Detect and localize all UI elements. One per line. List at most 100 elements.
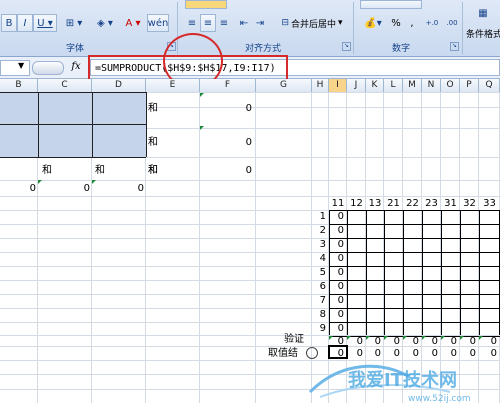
increase-decimal-button[interactable]: +.0: [422, 14, 442, 32]
matrix-border: [329, 252, 500, 253]
error-indicator-icon: [441, 336, 445, 340]
phonetic-button[interactable]: wén: [147, 14, 169, 32]
column-header-o[interactable]: O: [441, 79, 460, 92]
header-number-cell[interactable]: 12: [347, 197, 366, 210]
column-header-j[interactable]: J: [347, 79, 366, 92]
row-number-cell[interactable]: 3: [312, 238, 326, 251]
font-color-button[interactable]: A ▾: [120, 14, 146, 32]
sum-label-cell[interactable]: 和: [148, 136, 158, 149]
value-cell[interactable]: 0: [200, 136, 252, 149]
column-header-d[interactable]: D: [92, 79, 146, 92]
error-indicator-icon: [366, 336, 370, 340]
value-cell[interactable]: 0: [329, 238, 344, 251]
align-center-button[interactable]: ≡: [200, 14, 216, 32]
value-cell[interactable]: 0: [329, 280, 344, 293]
decrease-indent-button[interactable]: ⇤: [236, 14, 252, 32]
matrix-border: [329, 224, 500, 225]
error-indicator-icon: [38, 180, 42, 184]
error-indicator-icon: [200, 93, 204, 97]
header-number-cell[interactable]: 31: [441, 197, 460, 210]
alignment-dialog-launcher[interactable]: ↘: [342, 42, 351, 51]
insert-function-button[interactable]: fx: [66, 60, 86, 74]
site-watermark: 我爱IT技术网 www.52ij.com: [308, 364, 471, 403]
sum-label-cell[interactable]: 和: [42, 164, 52, 177]
value-cell[interactable]: 0: [329, 266, 344, 279]
header-number-cell[interactable]: 22: [403, 197, 422, 210]
value-cell[interactable]: 0: [329, 308, 344, 321]
align-top-button[interactable]: [185, 0, 227, 9]
italic-button[interactable]: I: [17, 14, 33, 32]
bold-button[interactable]: B: [1, 14, 17, 32]
value-cell[interactable]: 0: [200, 164, 252, 177]
error-indicator-icon: [460, 336, 464, 340]
row-number-cell[interactable]: 9: [312, 322, 326, 335]
increase-indent-button[interactable]: ⇥: [252, 14, 268, 32]
matrix-border: [460, 210, 461, 335]
row-number-cell[interactable]: 8: [312, 308, 326, 321]
percent-button[interactable]: %: [388, 14, 404, 32]
header-number-cell[interactable]: 21: [384, 197, 403, 210]
font-group-label: 字体: [66, 44, 85, 54]
number-group-label: 数字: [392, 44, 411, 54]
column-header-q[interactable]: Q: [479, 79, 500, 92]
conditional-format-label[interactable]: 条件格式: [466, 27, 500, 40]
comma-button[interactable]: ,: [404, 14, 420, 32]
column-header-p[interactable]: P: [460, 79, 479, 92]
column-header-n[interactable]: N: [422, 79, 441, 92]
merge-center-button[interactable]: ⊟ 合并后居中 ▾: [276, 14, 348, 32]
name-box[interactable]: [0, 60, 30, 76]
sum-label-cell[interactable]: 和: [148, 164, 158, 177]
error-indicator-icon: [329, 336, 333, 340]
column-header-f[interactable]: F: [200, 79, 256, 92]
verify-label[interactable]: 验证: [284, 333, 304, 346]
error-indicator-icon: [422, 336, 426, 340]
underline-button[interactable]: U ▾: [33, 14, 57, 32]
fill-color-button[interactable]: ◈ ▾: [90, 14, 120, 32]
value-cell[interactable]: 0: [329, 294, 344, 307]
matrix-border: [329, 210, 330, 335]
header-number-cell[interactable]: 11: [329, 197, 347, 210]
row-number-cell[interactable]: 7: [312, 294, 326, 307]
value-cell[interactable]: 0: [200, 102, 252, 115]
align-right-button[interactable]: ≡: [216, 14, 232, 32]
value-cell[interactable]: 0: [329, 252, 344, 265]
column-header-i[interactable]: I: [329, 79, 347, 92]
align-left-button[interactable]: ≡: [184, 14, 200, 32]
group-separator: [353, 2, 354, 54]
sum-label-cell[interactable]: 和: [95, 164, 105, 177]
sum-label-cell[interactable]: 和: [148, 102, 158, 115]
column-header-k[interactable]: K: [366, 79, 384, 92]
number-dialog-launcher[interactable]: ↘: [450, 42, 459, 51]
conditional-format-icon[interactable]: ▦: [466, 0, 500, 26]
header-number-cell[interactable]: 32: [460, 197, 479, 210]
column-header-b[interactable]: B: [0, 79, 38, 92]
column-header-h[interactable]: H: [312, 79, 329, 92]
column-header-m[interactable]: M: [403, 79, 422, 92]
column-header-e[interactable]: E: [146, 79, 200, 92]
currency-button[interactable]: 💰▾: [360, 14, 386, 32]
name-box-dropdown-icon[interactable]: ▼: [18, 61, 24, 70]
pick-label[interactable]: 取值结: [268, 347, 298, 360]
formula-bar-splitter[interactable]: [32, 61, 64, 75]
number-format-select[interactable]: [360, 0, 422, 9]
row-number-cell[interactable]: 1: [312, 210, 326, 223]
row-number-cell[interactable]: 6: [312, 280, 326, 293]
value-cell[interactable]: 0: [329, 322, 344, 335]
value-cell[interactable]: 0: [0, 182, 36, 195]
row-number-cell[interactable]: 2: [312, 224, 326, 237]
column-header-l[interactable]: L: [384, 79, 403, 92]
row-number-cell[interactable]: 5: [312, 266, 326, 279]
matrix-border: [329, 308, 500, 309]
column-header-c[interactable]: C: [38, 79, 92, 92]
column-header-g[interactable]: G: [256, 79, 312, 92]
value-cell[interactable]: 0: [329, 224, 344, 237]
header-number-cell[interactable]: 13: [366, 197, 384, 210]
row-number-cell[interactable]: 4: [312, 252, 326, 265]
borders-button[interactable]: ⊞ ▾: [60, 14, 88, 32]
value-cell[interactable]: 0: [92, 182, 144, 195]
value-cell[interactable]: 0: [38, 182, 90, 195]
value-cell[interactable]: 0: [329, 210, 344, 223]
decrease-decimal-button[interactable]: .00: [442, 14, 462, 32]
header-number-cell[interactable]: 23: [422, 197, 441, 210]
header-number-cell[interactable]: 33: [479, 197, 500, 210]
